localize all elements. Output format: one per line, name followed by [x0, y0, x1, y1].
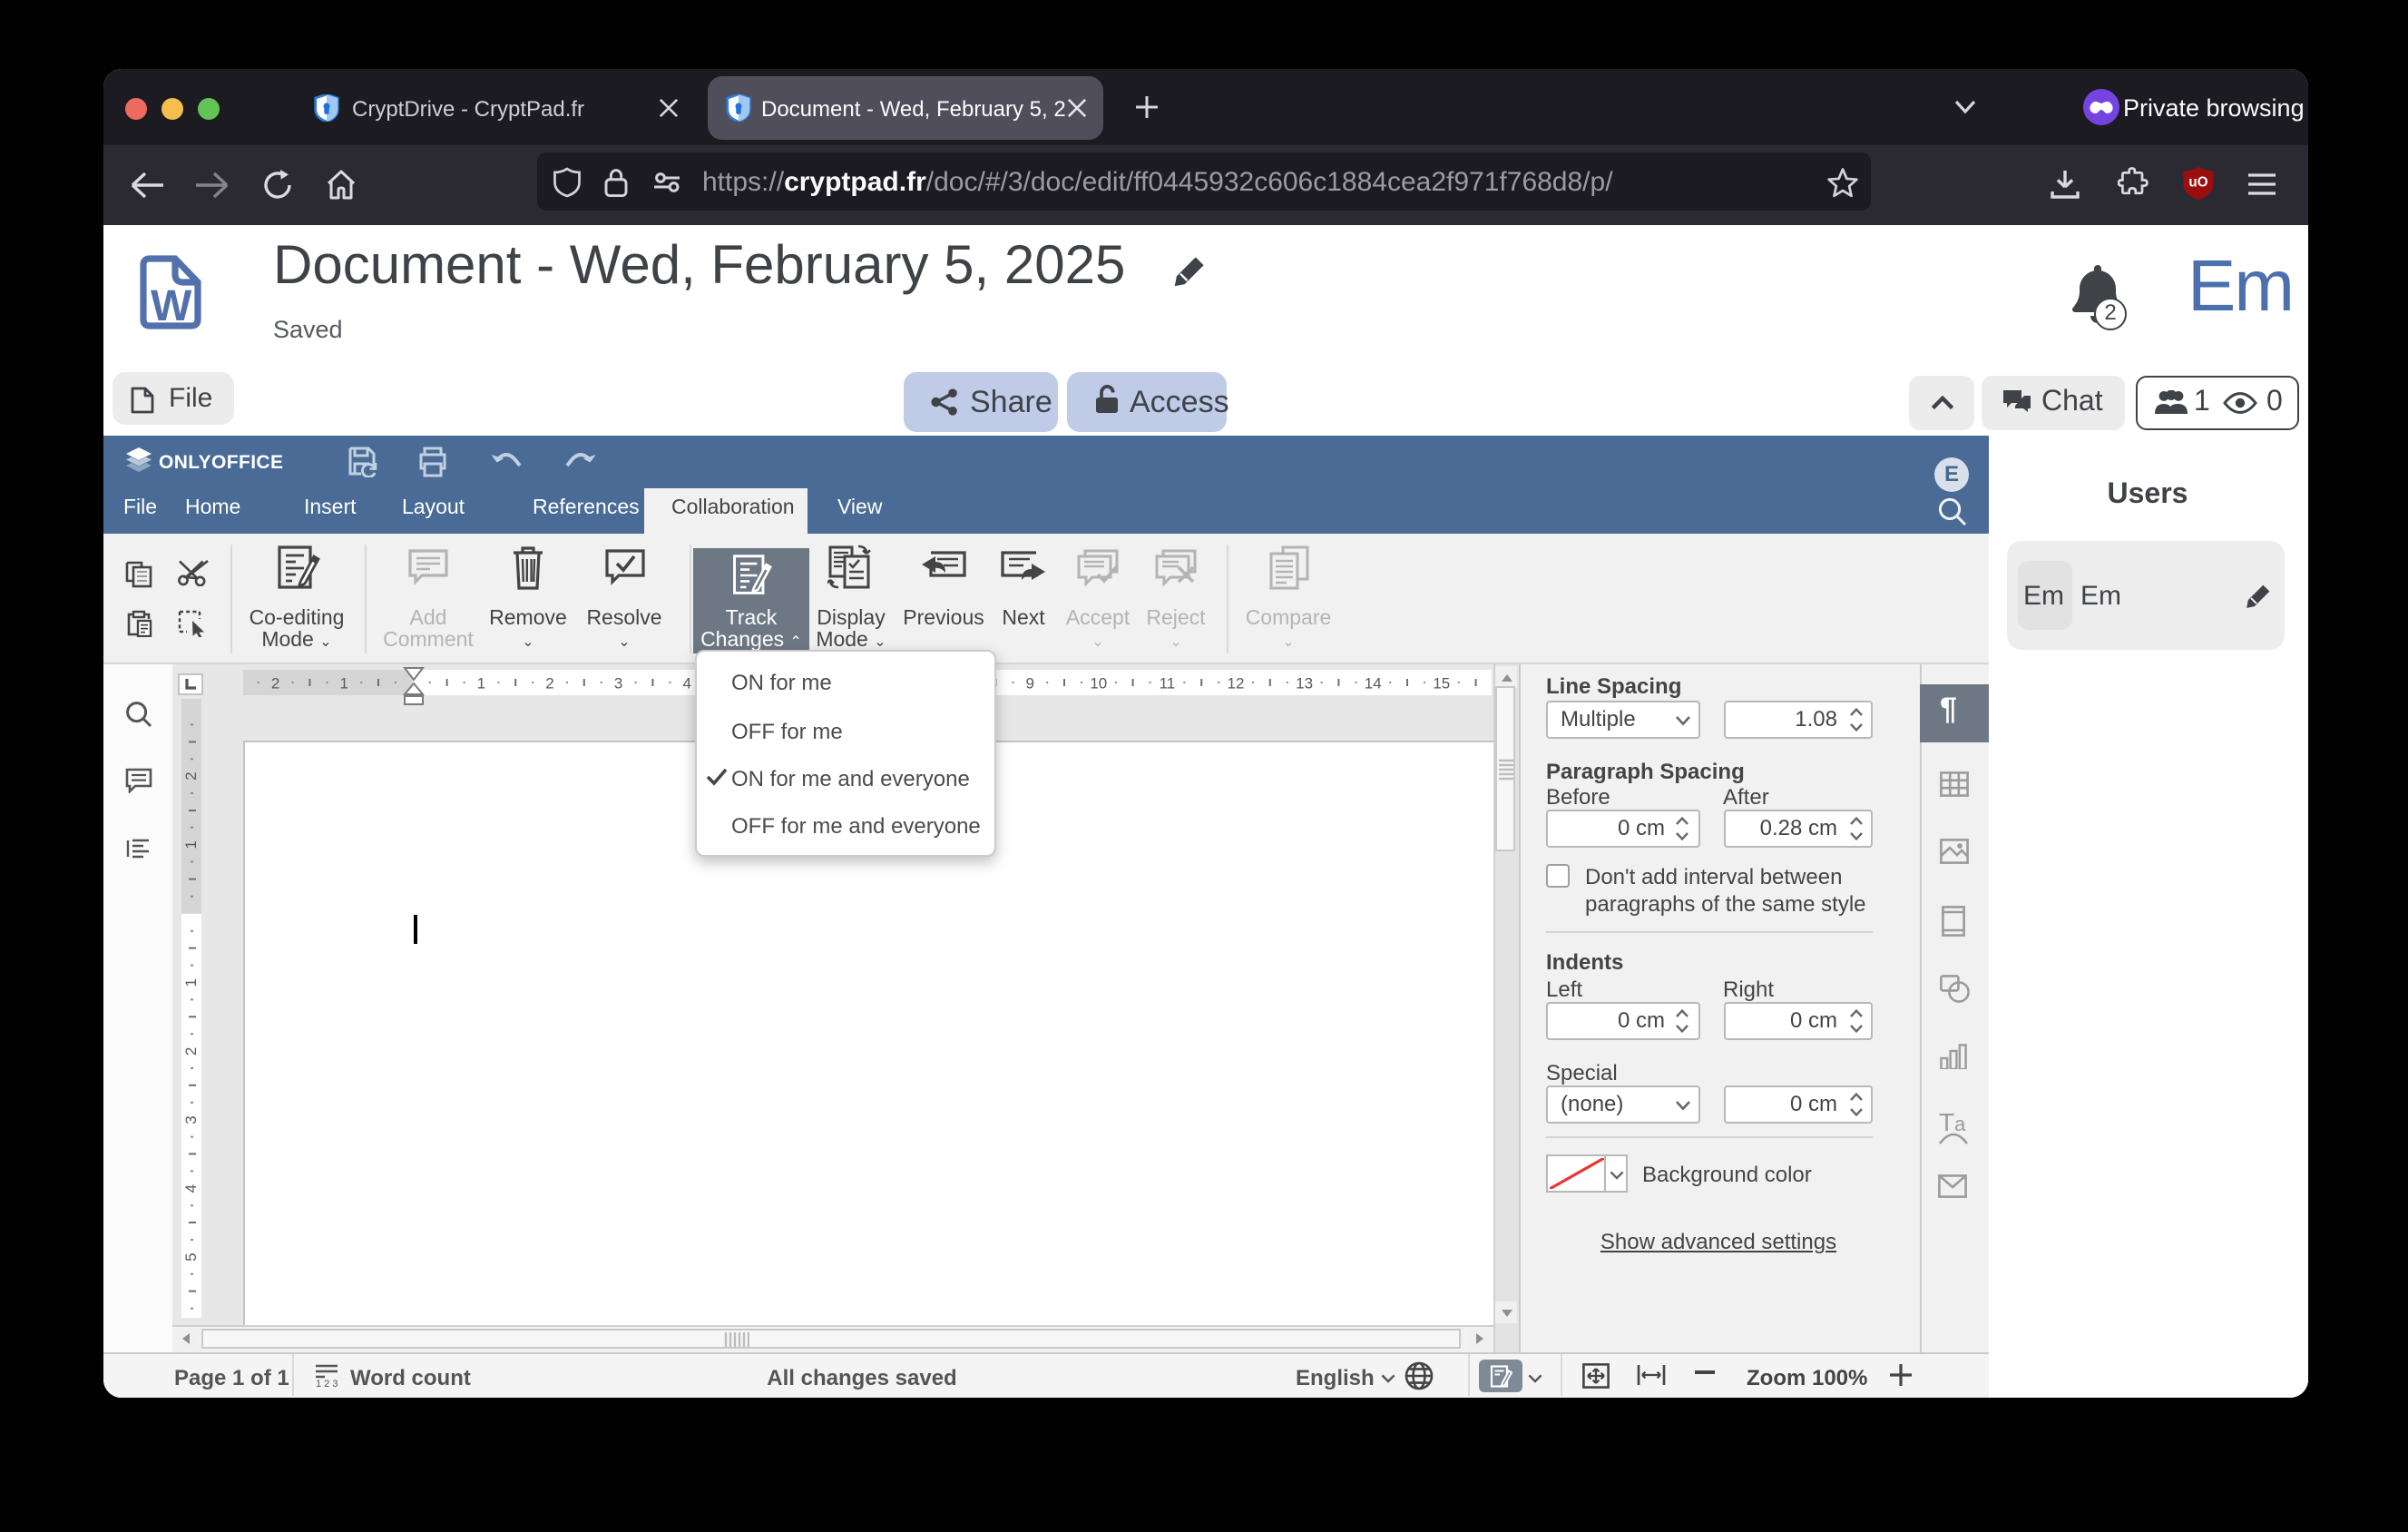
svg-text:2: 2	[181, 1047, 199, 1056]
svg-text:3: 3	[181, 1115, 199, 1124]
svg-text:1: 1	[181, 840, 199, 849]
svg-text:10: 10	[1090, 674, 1107, 692]
svg-text:14: 14	[1365, 674, 1382, 692]
svg-text:2: 2	[271, 674, 279, 692]
svg-text:12: 12	[1228, 674, 1245, 692]
svg-text:15: 15	[1433, 674, 1450, 692]
svg-text:W: W	[151, 282, 192, 330]
svg-text:9: 9	[1025, 674, 1033, 692]
svg-text:2: 2	[181, 772, 199, 781]
svg-text:2: 2	[545, 674, 553, 692]
svg-text:uO: uO	[2188, 174, 2207, 190]
svg-text:3: 3	[614, 674, 622, 692]
svg-text:1 2 3: 1 2 3	[315, 1380, 337, 1388]
svg-text:4: 4	[181, 1184, 199, 1193]
svg-text:4: 4	[682, 674, 690, 692]
svg-text:1: 1	[477, 674, 485, 692]
svg-text:11: 11	[1160, 674, 1176, 692]
svg-text:5: 5	[181, 1253, 199, 1262]
svg-text:13: 13	[1296, 674, 1313, 692]
svg-text:1: 1	[181, 978, 199, 987]
svg-text:1: 1	[339, 674, 347, 692]
